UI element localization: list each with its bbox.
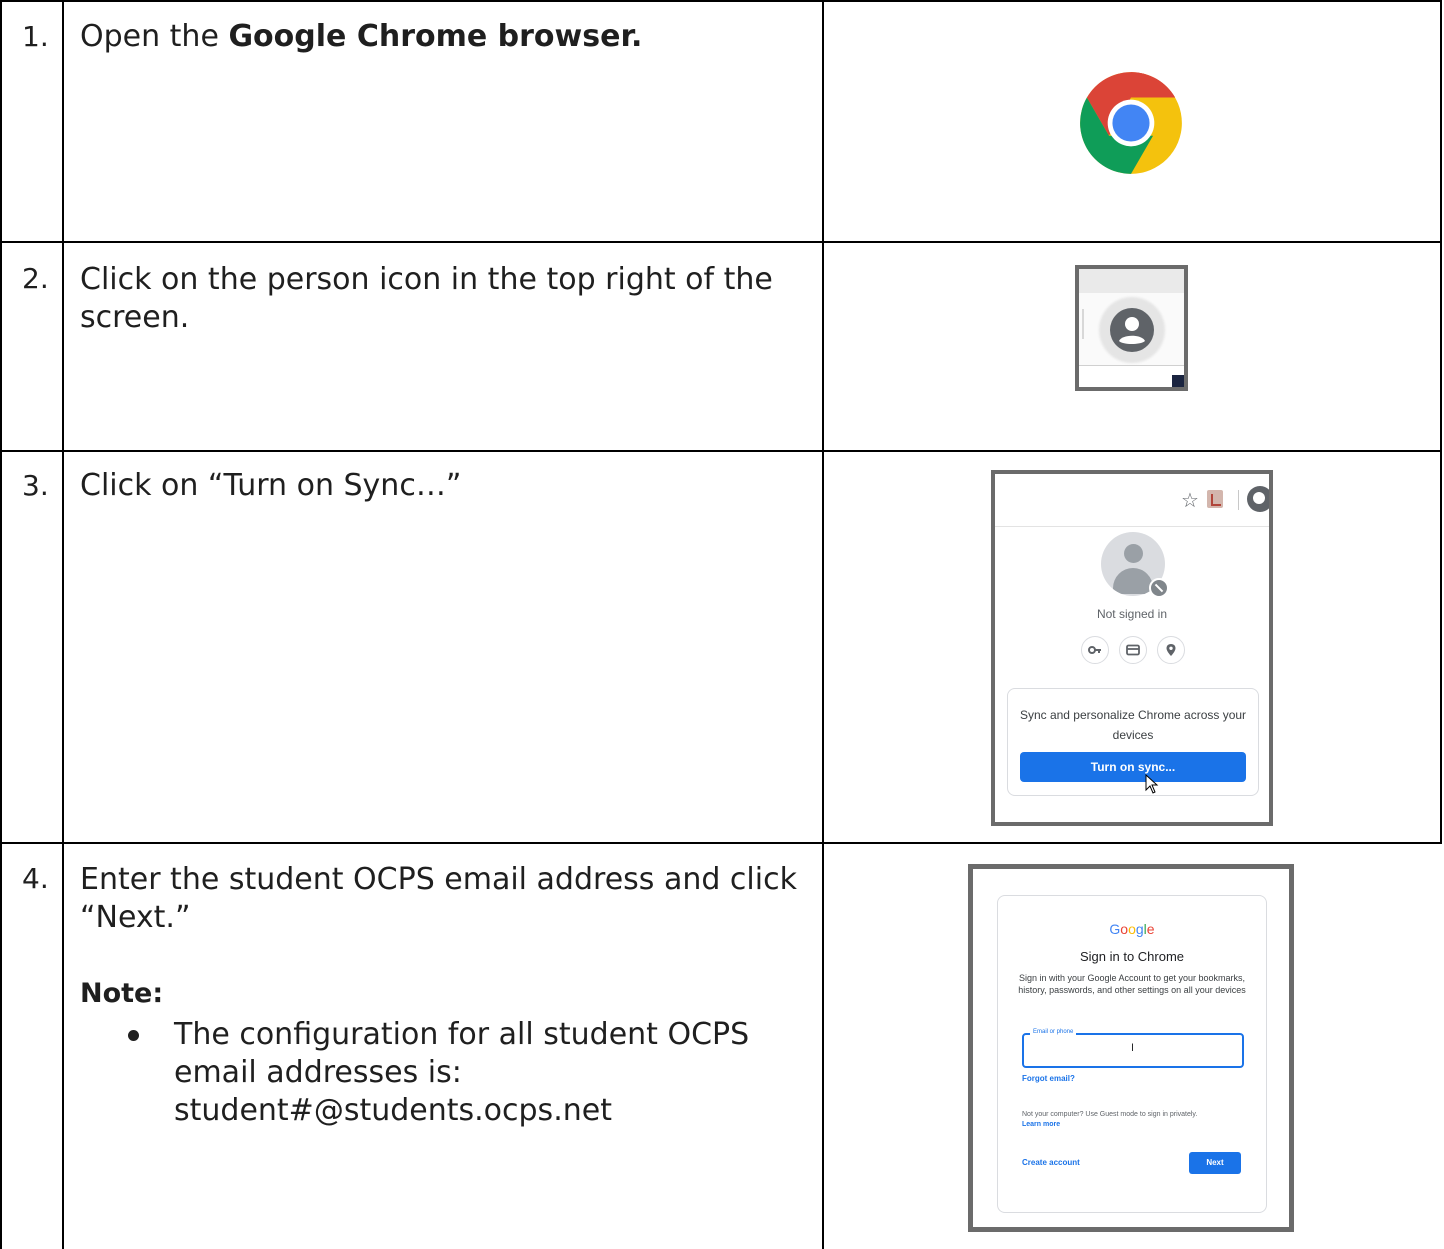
google-logo: Google: [1109, 921, 1155, 937]
payment-card-icon: [1119, 636, 1147, 664]
text-cursor-icon: Ⅰ: [1131, 1043, 1134, 1054]
browser-toolbar: ☆: [995, 474, 1269, 527]
table-border-right: [1440, 0, 1442, 842]
step-number: 2.: [22, 262, 49, 295]
chrome-logo-icon: [1080, 72, 1182, 174]
avatar-head: [1124, 544, 1143, 563]
table-divider-image: [822, 0, 824, 1249]
turn-on-sync-button: Turn on sync...: [1020, 752, 1246, 782]
sign-in-screenshot: Google Sign in to Chrome Sign in with yo…: [968, 864, 1294, 1232]
profile-menu-screenshot: ☆ Not signed in Sync and personalize Chr…: [991, 470, 1273, 826]
screenshot-bottom-bar: [1079, 365, 1184, 387]
passwords-key-icon: [1081, 636, 1109, 664]
step-number: 1.: [22, 20, 49, 53]
create-account-link: Create account: [1022, 1158, 1080, 1167]
sync-card: Sync and personalize Chrome across your …: [1007, 688, 1259, 796]
note-bullet: The configuration for all student OCPS e…: [128, 1016, 808, 1130]
step-number: 3.: [22, 469, 49, 502]
star-icon: ☆: [1181, 490, 1199, 512]
table-border-left: [0, 0, 2, 1249]
note-title: Note:: [80, 978, 164, 1009]
sync-message: Sync and personalize Chrome across your …: [1019, 708, 1247, 742]
step-text: Click on “Turn on Sync…”: [80, 468, 462, 503]
step-text: Click on the person icon in the top righ…: [80, 262, 773, 335]
sync-off-badge-icon: [1149, 578, 1169, 598]
person-icon-screenshot: [1075, 265, 1188, 391]
screenshot-toolbar: [1079, 269, 1184, 293]
step-text-plain: Open the: [80, 19, 229, 54]
learn-more-link: Learn more: [1022, 1121, 1061, 1128]
forgot-email-link: Forgot email?: [1022, 1074, 1075, 1083]
email-field-label: Email or phone: [1030, 1029, 1077, 1035]
location-pin-icon: [1157, 636, 1185, 664]
guest-mode-text: Not your computer? Use Guest mode to sig…: [1022, 1111, 1198, 1118]
person-icon: [1110, 308, 1154, 352]
avatar-body: [1113, 568, 1153, 594]
step-text: Enter the student OCPS email address and…: [80, 862, 797, 935]
table-row-divider-1: [0, 241, 1442, 243]
toolbar-separator: [1238, 490, 1239, 510]
table-divider-number: [62, 0, 64, 1249]
not-signed-in-label: Not signed in: [1096, 607, 1168, 621]
next-button: Next: [1189, 1152, 1241, 1174]
table-border-top: [0, 0, 1442, 2]
step-number: 4.: [22, 862, 49, 895]
profile-avatar-icon: [1247, 486, 1269, 512]
step-text-bold: Google Chrome browser.: [228, 19, 643, 54]
sign-in-card: Google Sign in to Chrome Sign in with yo…: [997, 895, 1267, 1213]
note-bullet-text: The configuration for all student OCPS e…: [174, 1017, 750, 1128]
toolbar-separator: [1082, 309, 1084, 339]
mouse-cursor-icon: [1145, 774, 1159, 794]
table-row-divider-2: [0, 450, 1442, 452]
email-field: Email or phone Ⅰ: [1022, 1029, 1244, 1068]
step-text: Open the Google Chrome browser.: [80, 18, 800, 56]
table-row-divider-3: [0, 842, 1442, 844]
sign-in-description: Sign in with your Google Account to get …: [1018, 973, 1246, 995]
bullet-dot-icon: [128, 1030, 139, 1041]
screenshot-corner: [1172, 375, 1184, 387]
pdf-extension-icon: [1207, 490, 1223, 508]
sign-in-title: Sign in to Chrome: [1079, 949, 1185, 964]
